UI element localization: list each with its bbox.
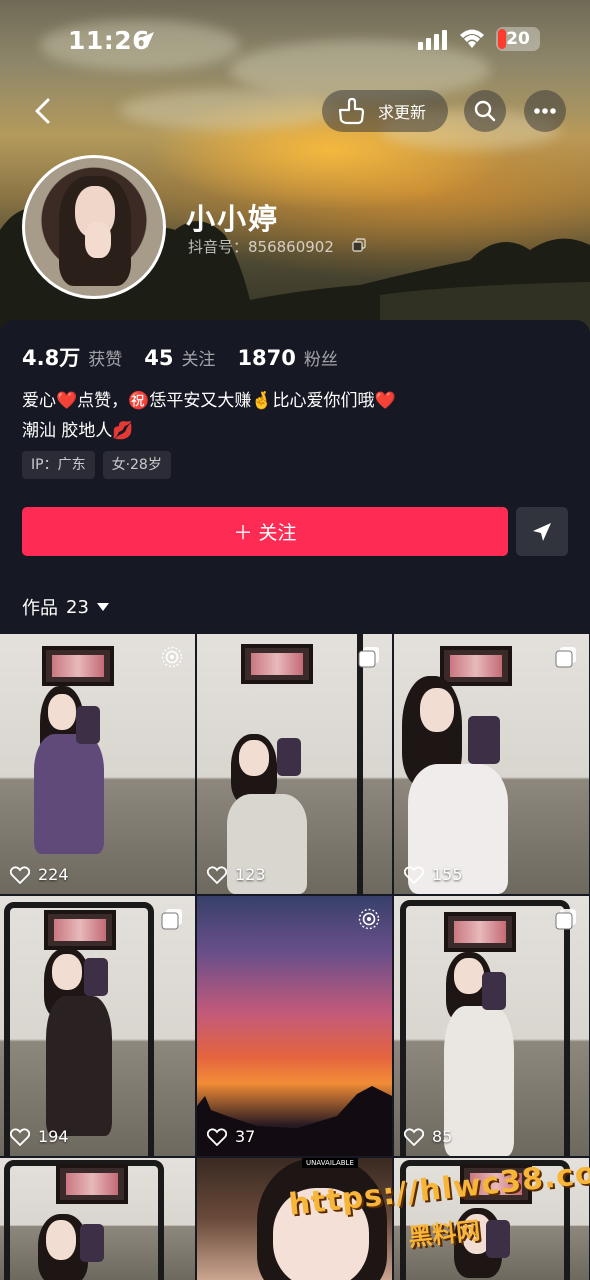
multi-image-icon — [555, 647, 576, 668]
heart-icon — [207, 1127, 227, 1146]
like-count: 37 — [207, 1127, 255, 1146]
avatar[interactable] — [22, 155, 166, 299]
video-thumbnail[interactable]: 224 — [0, 634, 195, 894]
battery-indicator: 20 — [496, 27, 540, 51]
live-photo-icon — [358, 908, 380, 930]
wifi-icon — [460, 29, 484, 48]
stat-label: 关注 — [181, 350, 216, 370]
copy-icon[interactable] — [352, 238, 366, 252]
tab-works[interactable]: 作品 23 — [22, 594, 109, 620]
heart-icon — [10, 865, 30, 884]
heart-icon — [404, 1127, 424, 1146]
stat-followers[interactable]: 1870 粉丝 — [237, 345, 337, 370]
stat-label: 获赞 — [88, 350, 123, 370]
caret-down-icon — [96, 603, 109, 611]
heart-icon — [404, 865, 424, 884]
video-thumbnail[interactable]: 37 — [197, 896, 392, 1156]
send-message-button[interactable] — [516, 507, 568, 556]
search-icon — [474, 100, 496, 122]
profile-panel: 4.8万 获赞 45 关注 1870 粉丝 爱心❤️点赞，㊗️恁平安又大赚🤞比心… — [0, 320, 590, 640]
profile-tags: IP：广东 女·28岁 — [22, 451, 179, 479]
stat-following[interactable]: 45 关注 — [144, 345, 215, 370]
gender-age-tag: 女·28岁 — [102, 451, 171, 479]
stat-value: 1870 — [237, 346, 296, 370]
like-count-value: 224 — [38, 865, 69, 884]
stat-value: 45 — [144, 346, 174, 370]
like-count: 85 — [404, 1127, 452, 1146]
heart-icon — [10, 1127, 30, 1146]
follow-button[interactable]: ＋ 关注 — [22, 507, 508, 556]
ip-location-tag: IP：广东 — [22, 451, 95, 479]
multi-image-icon — [161, 909, 182, 930]
watermark-site: 黑料网 — [406, 1216, 482, 1252]
pointing-hand-icon — [338, 97, 365, 125]
request-update-label: 求更新 — [378, 103, 427, 122]
like-count-value: 155 — [432, 865, 463, 884]
cellular-signal-icon — [418, 30, 447, 50]
works-label: 作品 — [22, 598, 58, 619]
like-count: 194 — [10, 1127, 69, 1146]
profile-stats: 4.8万 获赞 45 关注 1870 粉丝 — [22, 342, 360, 372]
back-icon[interactable] — [24, 92, 62, 130]
paper-plane-icon — [533, 522, 551, 541]
like-count-value: 37 — [235, 1127, 256, 1146]
video-thumbnail[interactable]: 85 — [394, 896, 589, 1156]
follow-label: ＋ 关注 — [233, 522, 297, 544]
bio-line: 潮汕 胶地人💋 — [22, 421, 134, 441]
status-bar: 11:26 20 — [0, 0, 590, 80]
like-count: 224 — [10, 865, 69, 884]
more-dots-icon — [534, 108, 556, 114]
more-button[interactable] — [524, 90, 566, 132]
profile-bio: 爱心❤️点赞，㊗️恁平安又大赚🤞比心爱你们哦❤️ 潮汕 胶地人💋 — [22, 386, 562, 446]
douyin-id: 抖音号：856860902 — [188, 238, 334, 256]
stat-likes: 4.8万 获赞 — [22, 342, 122, 372]
search-button[interactable] — [464, 90, 506, 132]
stat-value: 4.8万 — [22, 346, 81, 370]
video-thumbnail[interactable]: 194 — [0, 896, 195, 1156]
video-thumbnail[interactable]: 123 — [197, 634, 392, 894]
heart-icon — [207, 865, 227, 884]
profile-name: 小小婷 — [186, 202, 280, 236]
request-update-button[interactable]: 求更新 — [322, 90, 448, 132]
video-thumbnail[interactable] — [0, 1158, 195, 1280]
stat-label: 粉丝 — [303, 350, 338, 370]
like-count-value: 85 — [432, 1127, 453, 1146]
live-photo-icon — [161, 646, 183, 668]
location-arrow-icon — [138, 32, 154, 48]
like-count: 155 — [404, 865, 463, 884]
like-count: 123 — [207, 865, 266, 884]
like-count-value: 194 — [38, 1127, 69, 1146]
video-thumbnail[interactable]: 155 — [394, 634, 589, 894]
bio-line: 爱心❤️点赞，㊗️恁平安又大赚🤞比心爱你们哦❤️ — [22, 391, 396, 411]
battery-level: 20 — [506, 29, 530, 49]
multi-image-icon — [555, 909, 576, 930]
works-count: 23 — [66, 596, 89, 618]
multi-image-icon — [358, 647, 379, 668]
unavailable-badge: UNAVAILABLE — [302, 1158, 358, 1168]
like-count-value: 123 — [235, 865, 266, 884]
